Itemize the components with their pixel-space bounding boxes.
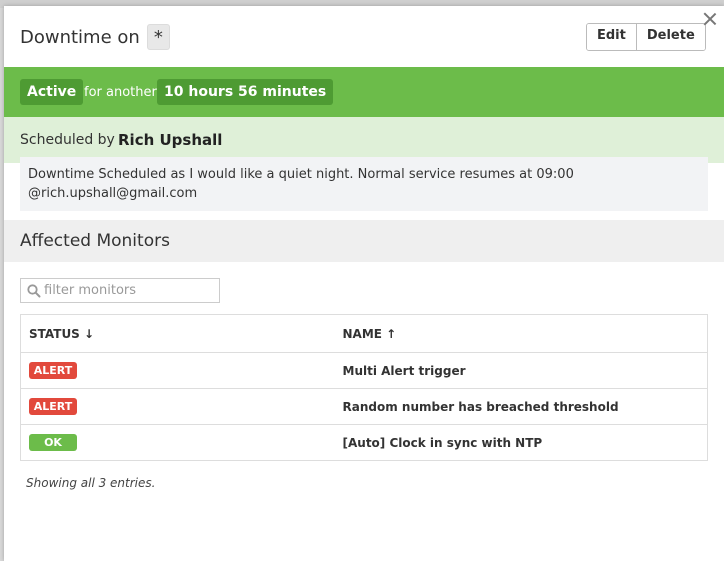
remaining-time-badge: 10 hours 56 minutes [157,79,334,105]
action-button-group: Edit Delete [586,23,706,51]
downtime-message: Downtime Scheduled as I would like a qui… [20,157,708,211]
status-badge: ALERT [29,398,77,415]
modal-header: Downtime on * Edit Delete [4,6,724,67]
table-row[interactable]: ALERT Random number has breached thresho… [20,388,708,425]
scope-tag: * [146,24,170,50]
monitor-name[interactable]: Random number has breached threshold [334,388,708,425]
table-row[interactable]: ALERT Multi Alert trigger [20,352,708,389]
section-title: Affected Monitors [20,231,170,251]
modal-title: Downtime on * [20,24,170,50]
search-icon [27,283,41,297]
status-connector: for another [84,85,157,100]
table-header-row: STATUS ↓ NAME ↑ [20,314,708,353]
monitor-name[interactable]: Multi Alert trigger [334,352,708,389]
monitor-name[interactable]: [Auto] Clock in sync with NTP [334,424,708,461]
status-column-header[interactable]: STATUS ↓ [20,314,335,353]
message-line: @rich.upshall@gmail.com [28,186,198,201]
close-icon[interactable] [702,11,718,27]
filter-box[interactable] [20,278,220,303]
scheduled-by-label: Scheduled by [20,132,115,148]
monitors-table: STATUS ↓ NAME ↑ ALERT Multi Alert trigge… [20,314,708,461]
delete-button[interactable]: Delete [635,24,705,50]
scheduler-name: Rich Upshall [118,131,223,149]
edit-button[interactable]: Edit [587,24,636,50]
status-bar: Active for another 10 hours 56 minutes [4,67,724,117]
affected-monitors-header: Affected Monitors [4,220,724,262]
status-active-badge: Active [20,79,84,105]
filter-monitors-input[interactable] [44,283,214,298]
message-line: Downtime Scheduled as I would like a qui… [28,167,574,182]
table-row[interactable]: OK [Auto] Clock in sync with NTP [20,424,708,461]
entries-count: Showing all 3 entries. [26,476,156,490]
status-badge: ALERT [29,362,77,379]
name-column-header[interactable]: NAME ↑ [334,314,708,353]
status-badge: OK [29,434,77,451]
downtime-modal: Downtime on * Edit Delete Active for ano… [4,6,724,561]
title-text: Downtime on [20,26,140,48]
